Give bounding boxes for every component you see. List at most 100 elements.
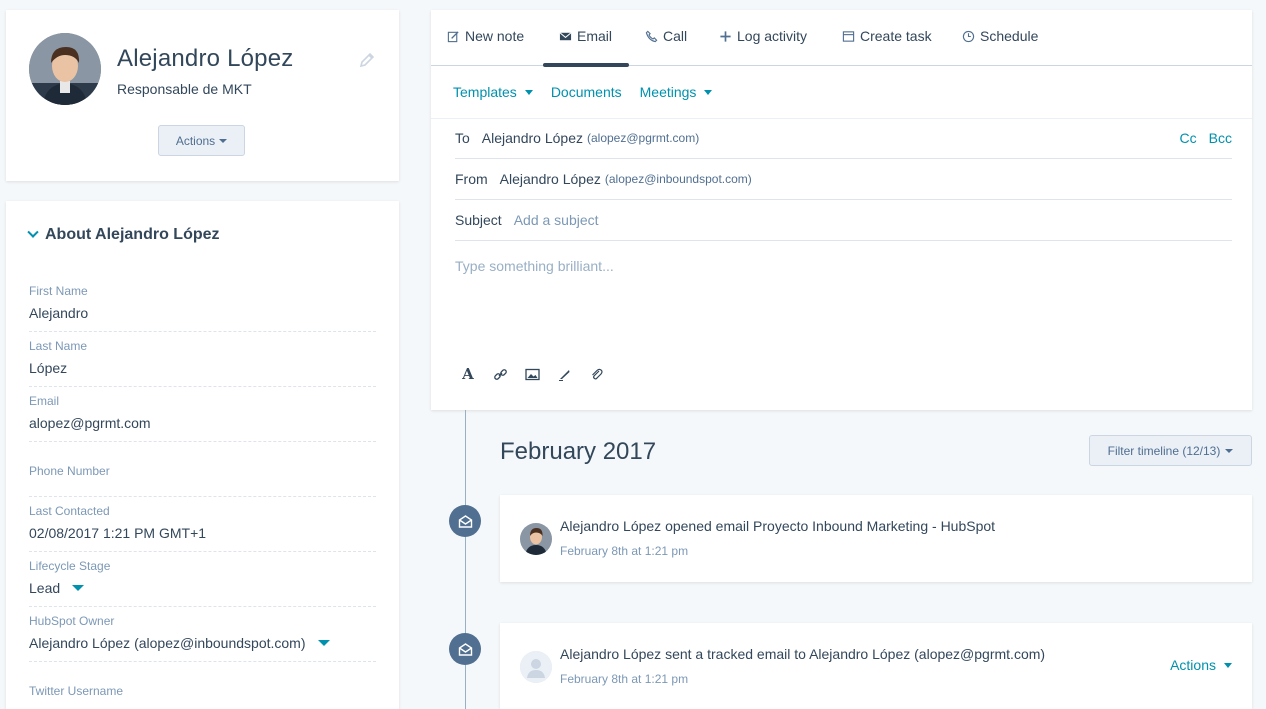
property-value: López xyxy=(29,360,68,376)
plus-icon xyxy=(720,30,731,42)
envelope-icon xyxy=(559,31,572,40)
tab-label: Schedule xyxy=(980,28,1039,44)
property-value: Lead xyxy=(29,580,61,596)
task-icon xyxy=(842,30,855,42)
event-object[interactable]: Alejandro López xyxy=(809,646,910,662)
tab-label: Call xyxy=(663,28,688,44)
event-actor[interactable]: Alejandro López xyxy=(560,518,661,534)
to-field[interactable]: To Alejandro López (alopez@pgrmt.com) Cc… xyxy=(455,118,1232,159)
subject-label: Subject xyxy=(455,212,502,228)
from-sender-email: (alopez@inboundspot.com) xyxy=(604,172,752,186)
from-field[interactable]: From Alejandro López (alopez@inboundspot… xyxy=(455,159,1232,200)
phone-icon xyxy=(645,30,658,42)
filter-timeline-button[interactable]: Filter timeline (12/13) xyxy=(1089,435,1252,466)
subject-field[interactable]: Subject Add a subject xyxy=(455,200,1232,241)
timeline-month-heading: February 2017 xyxy=(500,438,657,465)
tab-label: Log activity xyxy=(737,28,808,44)
event-actions-label: Actions xyxy=(1170,657,1216,673)
subject-input[interactable]: Add a subject xyxy=(514,212,599,228)
documents-label: Documents xyxy=(550,84,622,100)
caret-down-icon[interactable] xyxy=(317,640,330,646)
caret-down-icon xyxy=(1224,662,1232,668)
link-icon[interactable] xyxy=(491,366,509,382)
documents-link[interactable]: Documents xyxy=(551,84,622,100)
property-last-contacted[interactable]: Last Contacted 02/08/2017 1:21 PM GMT+1 xyxy=(29,504,376,552)
property-lifecycle-stage[interactable]: Lifecycle Stage Lead xyxy=(29,559,376,607)
caret-down-icon xyxy=(524,89,533,95)
property-hubspot-owner[interactable]: HubSpot Owner Alejandro López (alopez@in… xyxy=(29,614,376,662)
templates-dropdown[interactable]: Templates xyxy=(453,84,533,100)
email-body-input[interactable]: Type something brilliant... xyxy=(455,258,614,274)
caret-down-icon xyxy=(1225,448,1234,453)
compose-sub-links: Templates Documents Meetings xyxy=(453,84,713,100)
event-timestamp: February 8th at 1:21 pm xyxy=(560,672,689,686)
event-object-email: (alopez@pgrmt.com) xyxy=(914,646,1046,662)
cc-link[interactable]: Cc xyxy=(1180,130,1197,146)
compose-card: New note Email Call Log activity Create … xyxy=(431,10,1252,410)
event-actions-dropdown[interactable]: Actions xyxy=(1170,657,1232,673)
tab-call[interactable]: Call xyxy=(645,28,687,44)
caret-down-icon xyxy=(704,89,713,95)
tab-log-activity[interactable]: Log activity xyxy=(719,28,807,44)
property-twitter-username[interactable]: Twitter Username xyxy=(29,684,376,709)
contact-avatar xyxy=(29,33,101,105)
property-label: First Name xyxy=(29,284,88,298)
pencil-icon[interactable] xyxy=(358,51,376,69)
templates-label: Templates xyxy=(453,84,517,100)
paperclip-icon[interactable] xyxy=(587,366,605,382)
tab-label: New note xyxy=(465,28,525,44)
property-value: Alejandro xyxy=(29,305,89,321)
timeline-event-card: Alejandro López sent a tracked email to … xyxy=(500,623,1252,709)
profile-card: Alejandro López Responsable de MKT Actio… xyxy=(6,10,399,181)
property-label: Lifecycle Stage xyxy=(29,559,111,573)
text-format-icon[interactable]: A xyxy=(459,365,477,383)
event-action: sent a tracked email to xyxy=(665,646,806,662)
tab-email[interactable]: Email xyxy=(559,28,612,44)
property-label: Last Contacted xyxy=(29,504,110,518)
contact-name: Alejandro López xyxy=(117,45,294,72)
signature-icon[interactable] xyxy=(555,366,573,382)
tab-schedule[interactable]: Schedule xyxy=(962,28,1038,44)
bcc-link[interactable]: Bcc xyxy=(1209,130,1232,146)
property-label: Phone Number xyxy=(29,464,110,478)
property-first-name[interactable]: First Name Alejandro xyxy=(29,284,376,332)
property-value: 02/08/2017 1:21 PM GMT+1 xyxy=(29,525,207,541)
active-tab-indicator xyxy=(543,63,629,67)
property-email[interactable]: Email alopez@pgrmt.com xyxy=(29,394,376,442)
property-value: Alejandro López (alopez@inboundspot.com) xyxy=(29,635,306,651)
meetings-label: Meetings xyxy=(639,84,697,100)
property-phone-number[interactable]: Phone Number xyxy=(29,464,376,497)
about-section-title: About Alejandro López xyxy=(45,226,220,243)
property-last-name[interactable]: Last Name López xyxy=(29,339,376,387)
email-open-icon xyxy=(449,633,481,665)
to-recipient-name: Alejandro López xyxy=(481,130,583,146)
activity-tabs: New note Email Call Log activity Create … xyxy=(431,10,1252,67)
tab-create-task[interactable]: Create task xyxy=(842,28,932,44)
tab-label: Email xyxy=(577,28,613,44)
email-open-icon xyxy=(449,505,481,537)
caret-down-icon[interactable] xyxy=(72,585,85,591)
filter-timeline-label: Filter timeline (12/13) xyxy=(1107,443,1221,458)
actions-button[interactable]: Actions xyxy=(158,125,245,156)
event-timestamp: February 8th at 1:21 pm xyxy=(560,544,689,558)
event-object[interactable]: Proyecto Inbound Marketing - HubSpot xyxy=(753,518,995,534)
property-label: Last Name xyxy=(29,339,88,353)
about-card: About Alejandro López First Name Alejand… xyxy=(6,201,399,709)
tab-new-note[interactable]: New note xyxy=(447,28,524,44)
event-actor[interactable]: Alejandro López xyxy=(560,646,661,662)
to-recipient-email: (alopez@pgrmt.com) xyxy=(586,131,700,145)
image-icon[interactable] xyxy=(523,366,541,382)
caret-down-icon xyxy=(219,138,228,143)
actions-button-label: Actions xyxy=(175,133,216,148)
property-label: HubSpot Owner xyxy=(29,614,115,628)
to-label: To xyxy=(455,130,470,146)
editor-toolbar: A xyxy=(459,365,605,383)
avatar xyxy=(520,523,552,555)
avatar-placeholder xyxy=(520,651,552,683)
from-sender-name: Alejandro López xyxy=(499,171,601,187)
meetings-dropdown[interactable]: Meetings xyxy=(640,84,713,100)
about-section-header[interactable]: About Alejandro López xyxy=(27,226,220,244)
property-value: alopez@pgrmt.com xyxy=(29,415,151,431)
timeline-event-card: Alejandro López opened email Proyecto In… xyxy=(500,495,1252,582)
from-label: From xyxy=(455,171,488,187)
